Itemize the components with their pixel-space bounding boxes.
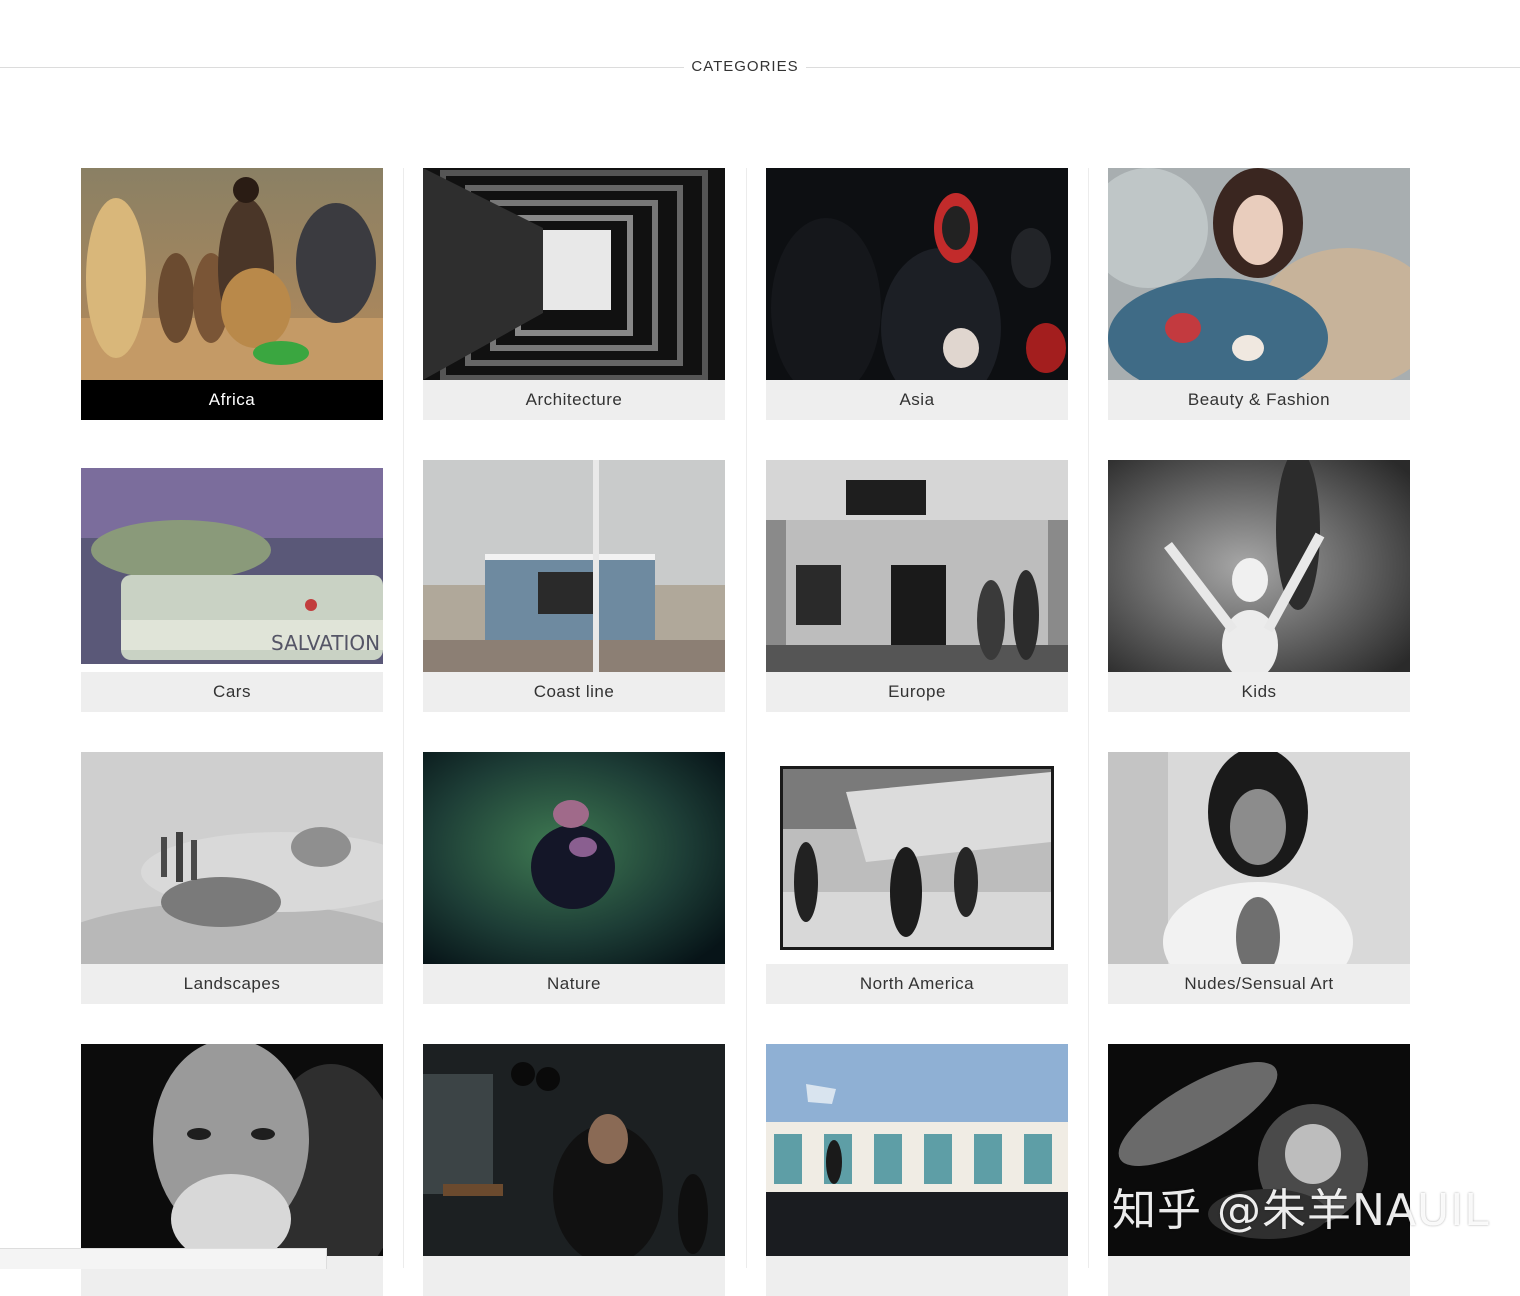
category-photo-kids [1108, 460, 1410, 672]
category-photo-architecture [423, 168, 725, 380]
section-title: CATEGORIES [691, 58, 799, 75]
category-photo-asia [766, 168, 1068, 380]
category-photo-north-america [766, 752, 1068, 964]
categories-header: CATEGORIES [0, 56, 1520, 80]
category-card-beauty-fashion[interactable]: Beauty & Fashion [1108, 168, 1410, 420]
category-label: Cars [81, 672, 383, 712]
category-label: Europe [766, 672, 1068, 712]
category-card-landscapes[interactable]: Landscapes [81, 752, 383, 1004]
category-label [766, 1256, 1068, 1296]
category-photo-nudes-sensual-art [1108, 752, 1410, 964]
category-label: North America [766, 964, 1068, 1004]
category-label: Architecture [423, 380, 725, 420]
category-photo-europe [766, 460, 1068, 672]
category-card-coast-line[interactable]: Coast line [423, 460, 725, 712]
category-photo-barber [423, 1044, 725, 1256]
category-card-cars[interactable]: SALVATION Cars [81, 460, 383, 712]
category-label: Nature [423, 964, 725, 1004]
category-card-street[interactable] [766, 1044, 1068, 1296]
category-photo-landscapes [81, 752, 383, 964]
category-label: Nudes/Sensual Art [1108, 964, 1410, 1004]
category-card-asia[interactable]: Asia [766, 168, 1068, 420]
category-label: Kids [1108, 672, 1410, 712]
category-photo-street [766, 1044, 1068, 1256]
category-photo-portrait [81, 1044, 383, 1256]
category-label [1108, 1256, 1410, 1296]
category-photo-nature [423, 752, 725, 964]
category-label: Landscapes [81, 964, 383, 1004]
category-card-nature[interactable]: Nature [423, 752, 725, 1004]
category-card-abstract[interactable] [1108, 1044, 1410, 1296]
category-card-nudes-sensual-art[interactable]: Nudes/Sensual Art [1108, 752, 1410, 1004]
category-card-africa[interactable]: Africa [81, 168, 383, 420]
category-photo-beauty-fashion [1108, 168, 1410, 380]
bottom-bar [0, 1248, 327, 1269]
category-label: Africa [81, 380, 383, 420]
category-card-north-america[interactable]: North America [766, 752, 1068, 1004]
category-label [423, 1256, 725, 1296]
category-card-europe[interactable]: Europe [766, 460, 1068, 712]
svg-text:SALVATION: SALVATION [271, 631, 380, 655]
header-rule-right [806, 67, 1520, 68]
watermark: 知乎 @朱羊NAUIL [1112, 1185, 1490, 1236]
category-card-kids[interactable]: Kids [1108, 460, 1410, 712]
category-photo-coast-line [423, 460, 725, 672]
column-divider [1088, 168, 1089, 1268]
category-card-architecture[interactable]: Architecture [423, 168, 725, 420]
category-photo-cars: SALVATION [81, 460, 383, 672]
category-label: Asia [766, 380, 1068, 420]
category-card-barber[interactable] [423, 1044, 725, 1296]
category-photo-africa [81, 168, 383, 380]
category-label: Beauty & Fashion [1108, 380, 1410, 420]
column-divider [746, 168, 747, 1268]
category-label: Coast line [423, 672, 725, 712]
header-rule-left [0, 67, 684, 68]
column-divider [403, 168, 404, 1268]
